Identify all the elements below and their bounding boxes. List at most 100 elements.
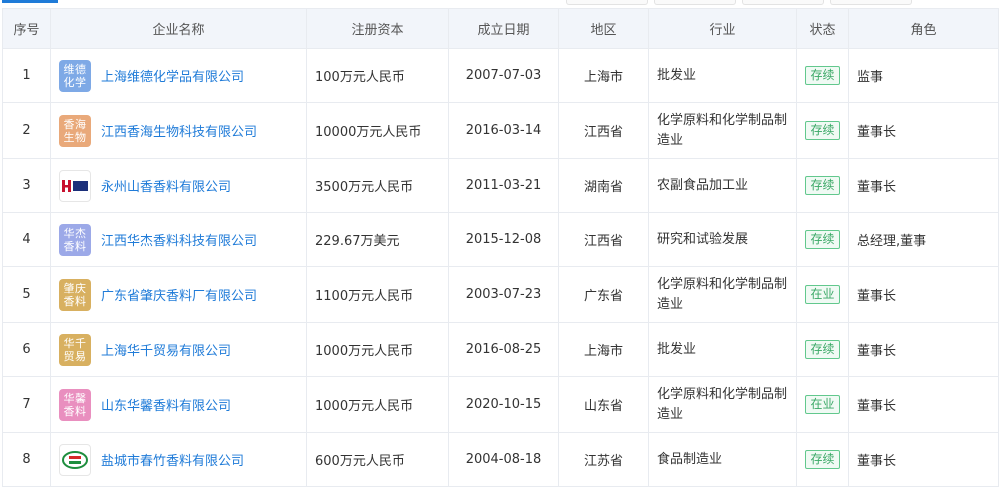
region: 上海市 bbox=[558, 322, 649, 377]
founded-date: 2020-10-15 bbox=[448, 376, 559, 433]
industry: 化学原料和化学制品制造业 bbox=[648, 266, 797, 323]
toolbar-button-2[interactable] bbox=[654, 0, 736, 5]
industry: 食品制造业 bbox=[648, 432, 797, 487]
status-cell: 在业 bbox=[796, 376, 849, 433]
status-badge: 在业 bbox=[805, 395, 840, 414]
industry: 化学原料和化学制品制造业 bbox=[648, 102, 797, 159]
row-number: 8 bbox=[2, 432, 51, 487]
founded-date: 2004-08-18 bbox=[448, 432, 559, 487]
toolbar-button-4[interactable] bbox=[830, 0, 912, 5]
status-badge: 存续 bbox=[805, 121, 840, 140]
company-logo[interactable]: 华千 贸易 bbox=[59, 333, 91, 366]
header-role: 角色 bbox=[848, 8, 999, 49]
header-company-name: 企业名称 bbox=[50, 8, 307, 49]
header-region: 地区 bbox=[558, 8, 649, 49]
row-number: 3 bbox=[2, 158, 51, 213]
registered-capital: 100万元人民币 bbox=[306, 48, 449, 103]
status-badge: 存续 bbox=[805, 176, 840, 195]
row-number: 7 bbox=[2, 376, 51, 433]
role: 董事长 bbox=[848, 376, 999, 433]
founded-date: 2016-08-25 bbox=[448, 322, 559, 377]
status-cell: 存续 bbox=[796, 432, 849, 487]
header-no: 序号 bbox=[2, 8, 51, 49]
company-name-link[interactable]: 永州山香香料有限公司 bbox=[101, 176, 231, 195]
status-cell: 存续 bbox=[796, 158, 849, 213]
company-name-link[interactable]: 江西华杰香料科技有限公司 bbox=[101, 230, 257, 249]
founded-date: 2011-03-21 bbox=[448, 158, 559, 213]
founded-date: 2007-07-03 bbox=[448, 48, 559, 103]
table-row: 6 华千 贸易 上海华千贸易有限公司 1000万元人民币 2016-08-25 上… bbox=[2, 322, 999, 377]
company-logo[interactable]: 维德 化学 bbox=[59, 59, 91, 92]
company-name-link[interactable]: 山东华馨香料有限公司 bbox=[101, 395, 231, 414]
founded-date: 2003-07-23 bbox=[448, 266, 559, 323]
status-badge: 在业 bbox=[805, 285, 840, 304]
registered-capital: 1100万元人民币 bbox=[306, 266, 449, 323]
company-name-link[interactable]: 上海维德化学品有限公司 bbox=[101, 66, 244, 85]
company-cell: 华馨 香料 山东华馨香料有限公司 bbox=[50, 376, 307, 433]
founded-date: 2015-12-08 bbox=[448, 212, 559, 267]
top-toolbar-strip bbox=[0, 0, 1000, 8]
table-row: 8 盐城市春竹香料有限公司 600万元人民币 2004-08-18 江苏省 食品… bbox=[2, 432, 999, 487]
company-name-link[interactable]: 上海华千贸易有限公司 bbox=[101, 340, 231, 359]
company-cell: 维德 化学 上海维德化学品有限公司 bbox=[50, 48, 307, 103]
company-logo[interactable] bbox=[59, 443, 91, 476]
status-cell: 在业 bbox=[796, 266, 849, 323]
region: 江西省 bbox=[558, 212, 649, 267]
registered-capital: 10000万元人民币 bbox=[306, 102, 449, 159]
company-logo[interactable]: 香海 生物 bbox=[59, 114, 91, 147]
company-cell: 华千 贸易 上海华千贸易有限公司 bbox=[50, 322, 307, 377]
header-registered-capital: 注册资本 bbox=[306, 8, 449, 49]
header-industry: 行业 bbox=[648, 8, 797, 49]
industry: 研究和试验发展 bbox=[648, 212, 797, 267]
table-header-row: 序号 企业名称 注册资本 成立日期 地区 行业 状态 角色 bbox=[2, 8, 999, 49]
company-cell: 肇庆 香料 广东省肇庆香料厂有限公司 bbox=[50, 266, 307, 323]
role: 总经理,董事 bbox=[848, 212, 999, 267]
company-logo[interactable]: 肇庆 香料 bbox=[59, 278, 91, 311]
registered-capital: 600万元人民币 bbox=[306, 432, 449, 487]
status-badge: 存续 bbox=[805, 340, 840, 359]
industry: 批发业 bbox=[648, 322, 797, 377]
table-row: 7 华馨 香料 山东华馨香料有限公司 1000万元人民币 2020-10-15 山… bbox=[2, 376, 999, 433]
company-logo[interactable]: 华馨 香料 bbox=[59, 388, 91, 421]
header-status: 状态 bbox=[796, 8, 849, 49]
registered-capital: 229.67万美元 bbox=[306, 212, 449, 267]
status-badge: 存续 bbox=[805, 450, 840, 469]
status-badge: 存续 bbox=[805, 230, 840, 249]
chunzhu-logo-icon bbox=[62, 450, 88, 469]
registered-capital: 1000万元人民币 bbox=[306, 376, 449, 433]
header-founded-date: 成立日期 bbox=[448, 8, 559, 49]
table-row: 4 华杰 香料 江西华杰香料科技有限公司 229.67万美元 2015-12-08… bbox=[2, 212, 999, 267]
industry: 化学原料和化学制品制造业 bbox=[648, 376, 797, 433]
table-row: 1 维德 化学 上海维德化学品有限公司 100万元人民币 2007-07-03 上… bbox=[2, 48, 999, 103]
row-number: 4 bbox=[2, 212, 51, 267]
role: 董事长 bbox=[848, 432, 999, 487]
role: 董事长 bbox=[848, 158, 999, 213]
company-logo[interactable] bbox=[59, 169, 91, 202]
region: 江苏省 bbox=[558, 432, 649, 487]
row-number: 2 bbox=[2, 102, 51, 159]
region: 湖南省 bbox=[558, 158, 649, 213]
registered-capital: 3500万元人民币 bbox=[306, 158, 449, 213]
company-logo[interactable]: 华杰 香料 bbox=[59, 223, 91, 256]
company-name-link[interactable]: 盐城市春竹香料有限公司 bbox=[101, 450, 244, 469]
row-number: 1 bbox=[2, 48, 51, 103]
status-cell: 存续 bbox=[796, 212, 849, 267]
row-number: 6 bbox=[2, 322, 51, 377]
table-row: 2 香海 生物 江西香海生物科技有限公司 10000万元人民币 2016-03-1… bbox=[2, 102, 999, 159]
role: 监事 bbox=[848, 48, 999, 103]
toolbar-button-1[interactable] bbox=[566, 0, 648, 5]
row-number: 5 bbox=[2, 266, 51, 323]
status-cell: 存续 bbox=[796, 102, 849, 159]
region: 江西省 bbox=[558, 102, 649, 159]
industry: 农副食品加工业 bbox=[648, 158, 797, 213]
active-tab-indicator bbox=[2, 0, 58, 3]
role: 董事长 bbox=[848, 266, 999, 323]
industry: 批发业 bbox=[648, 48, 797, 103]
founded-date: 2016-03-14 bbox=[448, 102, 559, 159]
company-cell: 华杰 香料 江西华杰香料科技有限公司 bbox=[50, 212, 307, 267]
company-name-link[interactable]: 江西香海生物科技有限公司 bbox=[101, 121, 257, 140]
toolbar-button-3[interactable] bbox=[742, 0, 824, 5]
company-name-link[interactable]: 广东省肇庆香料厂有限公司 bbox=[101, 285, 257, 304]
role: 董事长 bbox=[848, 322, 999, 377]
table-row: 5 肇庆 香料 广东省肇庆香料厂有限公司 1100万元人民币 2003-07-23… bbox=[2, 266, 999, 323]
